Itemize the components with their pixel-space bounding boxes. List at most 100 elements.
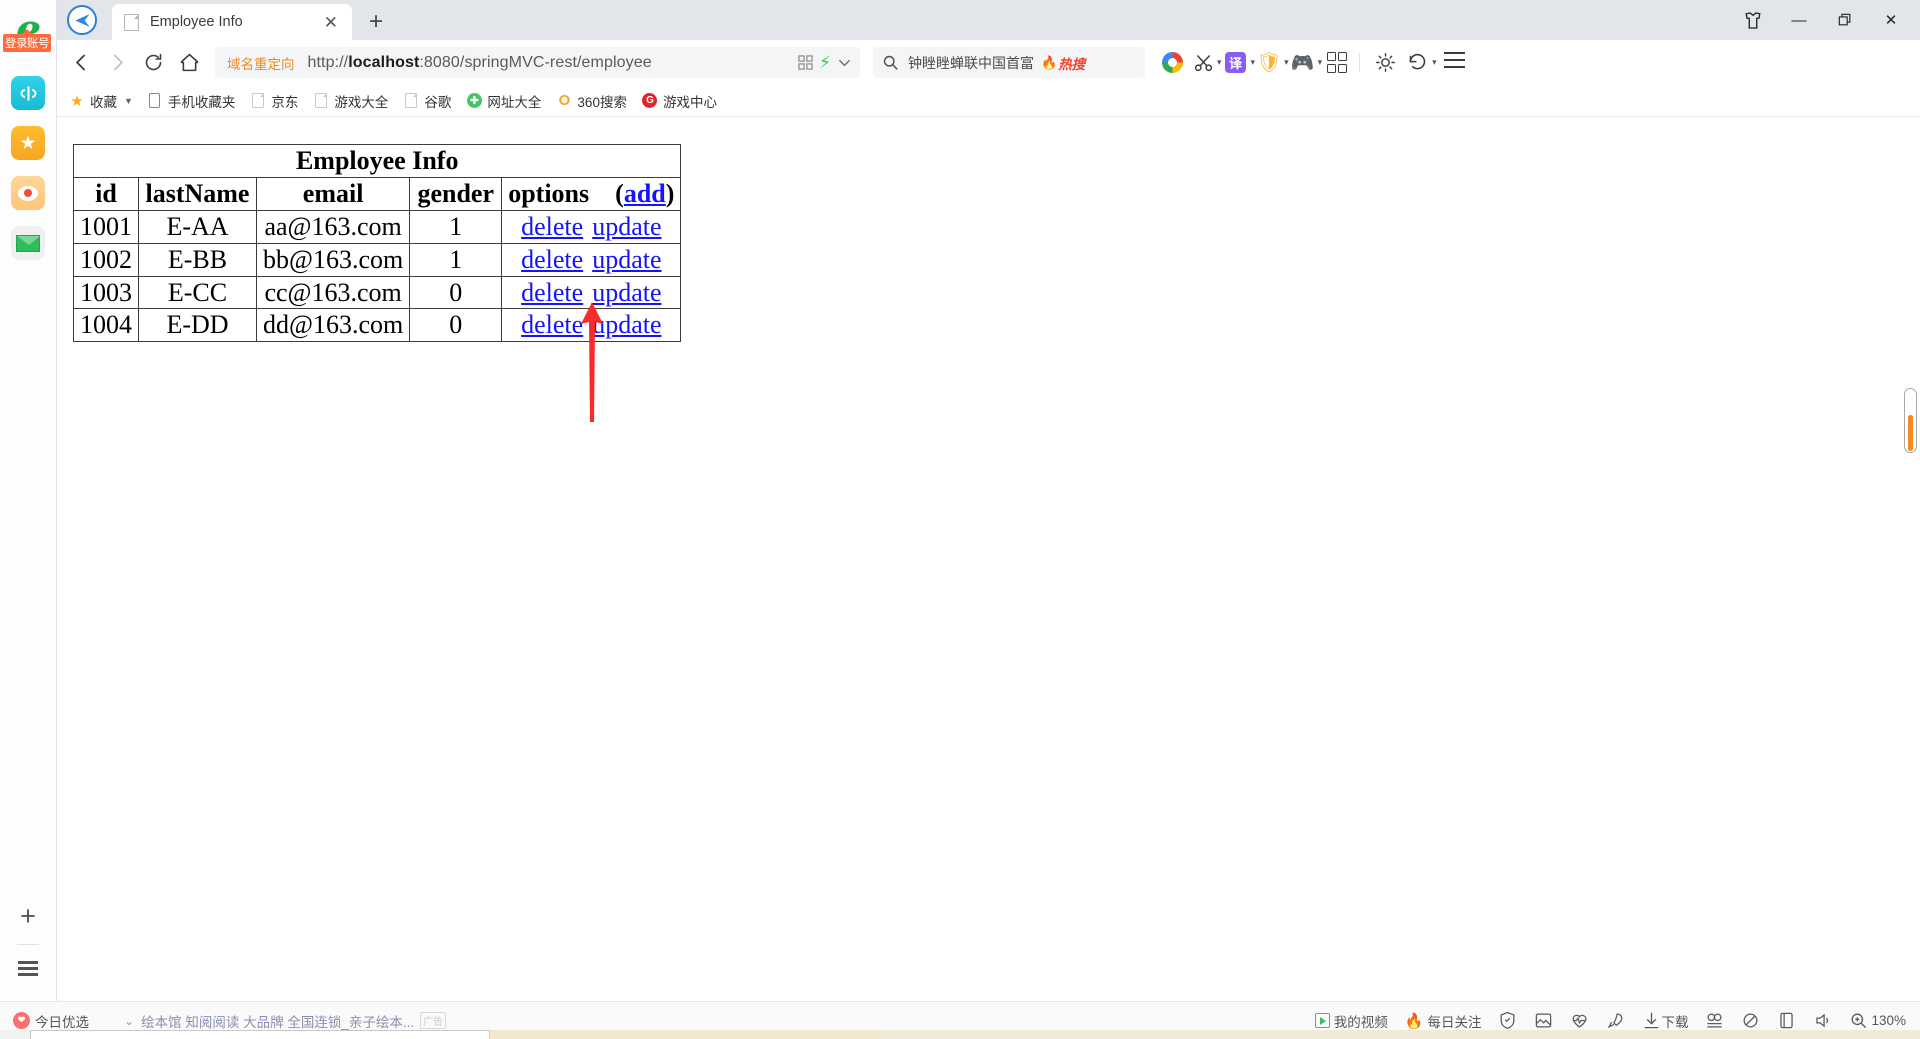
apps-button[interactable] xyxy=(1322,45,1352,81)
scissors-icon xyxy=(1194,54,1212,72)
navigator-orb-icon[interactable] xyxy=(67,5,97,35)
gamepad-icon: 🎮 xyxy=(1290,52,1315,74)
cell-id: 1001 xyxy=(73,209,139,244)
today-picks-label[interactable]: 今日优选 xyxy=(35,1011,89,1031)
o-icon: O xyxy=(558,92,571,109)
sound-icon[interactable] xyxy=(1813,1011,1832,1030)
browser-logo[interactable]: e 登录账号 xyxy=(3,8,51,60)
translate-button[interactable]: 译 xyxy=(1222,45,1250,81)
update-link[interactable]: update xyxy=(592,212,661,241)
menu-button[interactable] xyxy=(1437,45,1473,81)
chevron-down-icon[interactable]: ⌄ xyxy=(124,1014,134,1028)
sidebar-add-button[interactable]: + xyxy=(20,903,36,930)
health-icon[interactable] xyxy=(1570,1011,1589,1030)
ad-filter-icon[interactable] xyxy=(1705,1011,1724,1030)
star-icon: ★ xyxy=(19,132,37,154)
shield-icon[interactable] xyxy=(1498,1011,1517,1030)
bookmark-360-search[interactable]: O 360搜索 xyxy=(556,91,627,111)
doc-icon xyxy=(313,93,329,109)
360-logo-icon[interactable] xyxy=(1154,45,1190,81)
skin-button[interactable] xyxy=(1730,3,1776,37)
screenshot-button[interactable] xyxy=(1190,45,1216,81)
qrcode-icon[interactable] xyxy=(798,55,813,70)
delete-link[interactable]: delete xyxy=(521,212,583,241)
cell-id: 1003 xyxy=(73,275,139,310)
status-right-items: 我的视频 🔥 每日关注 下载 130% xyxy=(1298,1011,1920,1031)
paper-plane-icon xyxy=(74,13,90,27)
navigation-toolbar: 域名重定向 http://localhost:8080/springMVC-re… xyxy=(57,40,1920,85)
reload-button[interactable] xyxy=(135,45,171,81)
bookmark-favorites[interactable]: ★ 收藏 xyxy=(69,91,117,111)
bookmark-jingdong[interactable]: 京东 xyxy=(250,91,298,111)
window-icon[interactable] xyxy=(1777,1011,1796,1030)
daily-follow-button[interactable]: 🔥 每日关注 xyxy=(1405,1011,1482,1031)
bookmark-games[interactable]: 游戏大全 xyxy=(313,91,388,111)
page-content: Employee Info id lastName email gender o… xyxy=(57,118,1920,1001)
sidebar-item-mail[interactable] xyxy=(11,226,45,260)
sidebar-item-favorites[interactable]: ★ xyxy=(11,126,45,160)
header-options: options (add) xyxy=(501,176,682,211)
new-tab-button[interactable]: + xyxy=(362,8,390,36)
theme-button[interactable] xyxy=(1367,45,1403,81)
sidebar-item-weibo[interactable] xyxy=(11,176,45,210)
address-bar[interactable]: 域名重定向 http://localhost:8080/springMVC-re… xyxy=(215,47,860,78)
privacy-icon[interactable] xyxy=(1741,1011,1760,1030)
cell-gender: 1 xyxy=(409,209,503,244)
history-button[interactable] xyxy=(1403,45,1431,81)
page-scrollbar[interactable] xyxy=(1904,388,1917,453)
hot-search-badge[interactable]: 🔥 热搜 xyxy=(1041,53,1085,73)
search-box[interactable]: 钟睉睉蝉联中国首富 🔥 热搜 xyxy=(873,47,1145,78)
sidebar-item-cyan[interactable] xyxy=(11,76,45,110)
back-button[interactable] xyxy=(63,45,99,81)
bookmark-hao360[interactable]: ✚ 网址大全 xyxy=(466,91,541,111)
delete-link[interactable]: delete xyxy=(521,278,583,307)
lightning-icon[interactable]: ⚡ xyxy=(819,54,831,71)
title-bar: Employee Info ✕ + — ✕ xyxy=(57,0,1920,40)
sidebar-list-icon[interactable] xyxy=(18,961,38,979)
forward-button[interactable] xyxy=(99,45,135,81)
scrollbar-thumb[interactable] xyxy=(1908,414,1913,451)
delete-link[interactable]: delete xyxy=(521,310,583,339)
left-sidebar: e 登录账号 ★ + xyxy=(0,0,57,1001)
minimize-button[interactable]: — xyxy=(1776,3,1822,37)
home-button[interactable] xyxy=(171,45,207,81)
cell-lastname: E-DD xyxy=(138,308,257,343)
hamburger-icon xyxy=(1444,52,1466,73)
download-button[interactable]: 下载 xyxy=(1642,1011,1688,1031)
add-link[interactable]: add xyxy=(624,179,666,208)
tab-close-button[interactable]: ✕ xyxy=(318,14,344,31)
game-button[interactable]: 🎮 xyxy=(1289,45,1317,81)
header-email: email xyxy=(255,176,411,211)
shield-icon: 🛡 xyxy=(1256,52,1282,74)
tab-favicon-icon xyxy=(124,13,139,31)
close-button[interactable]: ✕ xyxy=(1868,3,1914,37)
weibo-icon xyxy=(18,185,38,201)
mail-icon xyxy=(16,234,40,252)
browser-window: e 登录账号 ★ + Employee xyxy=(0,0,1920,1039)
bookmark-mobile-favorites[interactable]: 手机收藏夹 xyxy=(147,91,235,111)
status-ad-text[interactable]: 绘本馆 知阅阅读 大品牌 全国连锁_亲子绘本... xyxy=(141,1011,414,1031)
cell-options: delete update xyxy=(501,209,682,244)
maximize-button[interactable] xyxy=(1822,3,1868,37)
tshirt-icon xyxy=(1745,11,1761,29)
annotation-arrow xyxy=(581,302,603,422)
login-account-badge[interactable]: 登录账号 xyxy=(3,29,51,52)
rocket-icon[interactable] xyxy=(1606,1011,1625,1030)
image-icon[interactable] xyxy=(1534,1011,1553,1030)
bookmark-google[interactable]: 谷歌 xyxy=(403,91,451,111)
update-link[interactable]: update xyxy=(592,245,661,274)
delete-link[interactable]: delete xyxy=(521,245,583,274)
tab-employee-info[interactable]: Employee Info ✕ xyxy=(112,4,352,40)
money-shield-button[interactable]: 🛡 xyxy=(1255,45,1283,81)
bookmarks-dropdown-icon[interactable]: ▼ xyxy=(124,96,133,106)
search-input[interactable]: 钟睉睉蝉联中国首富 xyxy=(908,53,1034,73)
cell-email: bb@163.com xyxy=(255,242,411,277)
zoom-level-control[interactable]: 130% xyxy=(1849,1011,1906,1030)
chevron-down-icon[interactable] xyxy=(837,55,852,70)
scrollbar-track[interactable] xyxy=(1904,388,1917,453)
bookmark-game-center[interactable]: G 游戏中心 xyxy=(642,91,717,111)
my-video-button[interactable]: 我的视频 xyxy=(1314,1011,1388,1031)
doc-icon xyxy=(403,93,419,109)
redirect-tag: 域名重定向 xyxy=(227,56,295,72)
taskbar-peek xyxy=(0,1030,1920,1039)
